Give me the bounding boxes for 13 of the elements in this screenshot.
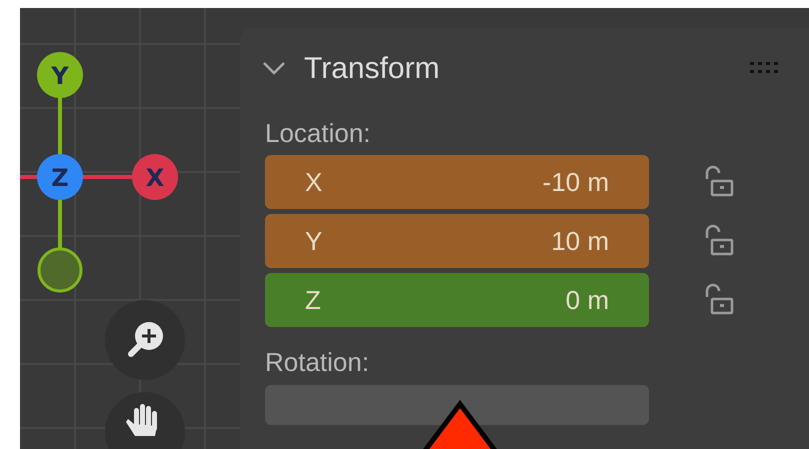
number-field[interactable] <box>265 385 649 425</box>
number-field[interactable]: X -10 m <box>265 155 649 209</box>
pan-button[interactable] <box>105 392 185 449</box>
drag-handle-icon[interactable] <box>749 61 781 75</box>
number-field[interactable]: Y 10 m <box>265 214 649 268</box>
section-label: Location: <box>265 117 372 150</box>
number-field[interactable]: Z 0 m <box>265 273 649 327</box>
axis-gizmo-drawing[interactable]: Y Z X <box>20 48 180 294</box>
lock-open-icon[interactable] <box>704 165 734 199</box>
lock-open-icon[interactable] <box>704 283 734 317</box>
panel-title[interactable]: Transform <box>304 46 440 90</box>
lock-open-icon[interactable] <box>704 224 734 258</box>
section-label: Rotation: <box>265 346 370 379</box>
